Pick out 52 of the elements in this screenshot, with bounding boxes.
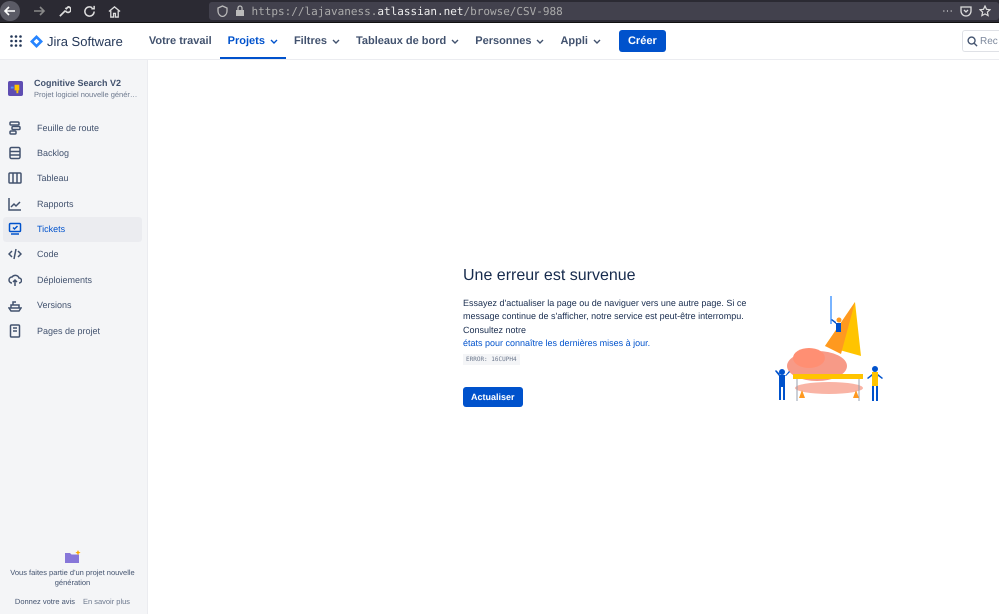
nav-tab[interactable]: Projets xyxy=(220,23,286,59)
status-link[interactable]: états pour connaître les dernières mises à jour. xyxy=(463,336,650,350)
monitor-icon xyxy=(8,222,22,236)
refresh-button[interactable]: Actualiser xyxy=(463,386,523,407)
nav-tab[interactable]: Tableaux de bord xyxy=(348,23,468,59)
chevron-down-icon[interactable] xyxy=(536,37,544,45)
backlog-icon xyxy=(8,146,22,160)
shield-icon xyxy=(216,5,228,17)
chevron-down-icon[interactable] xyxy=(270,37,278,45)
search-box[interactable]: Rec xyxy=(962,30,999,52)
project-avatar-icon xyxy=(8,81,23,96)
error-title: Une erreur est survenue xyxy=(463,267,636,286)
sidebar-item[interactable]: Tableau xyxy=(3,166,142,191)
forward-icon[interactable] xyxy=(32,4,46,18)
create-button[interactable]: Créer xyxy=(618,30,666,52)
product-name[interactable]: Jira Software xyxy=(47,34,123,48)
nav-tab[interactable]: Votre travail xyxy=(140,23,220,59)
error-message: Essayez d'actualiser la page ou de naviguer vers une autre page. Si ce message continue de s'afficher, notre service est peut-être interrompu. Consultez notre xyxy=(463,297,748,336)
wrench-icon[interactable] xyxy=(58,4,71,18)
pocket-icon[interactable] xyxy=(960,5,972,17)
nav-tab[interactable]: Personnes xyxy=(467,23,552,59)
cloud-upload-icon xyxy=(8,272,22,287)
folder-icon xyxy=(64,550,80,563)
reload-icon[interactable] xyxy=(82,4,96,18)
lock-icon xyxy=(234,5,245,17)
sidebar-item[interactable]: Feuille de route xyxy=(3,115,142,140)
sidebar-item[interactable]: Rapports xyxy=(3,191,142,216)
app-grid-icon[interactable] xyxy=(10,35,22,47)
project-name[interactable]: Cognitive Search V2 xyxy=(34,78,138,88)
nav-tab[interactable]: Appli xyxy=(552,23,609,59)
code-icon xyxy=(8,247,22,262)
chevron-down-icon[interactable] xyxy=(592,37,601,45)
chevron-down-icon[interactable] xyxy=(332,37,340,45)
nav-tab[interactable]: Filtres xyxy=(286,23,348,59)
board-icon xyxy=(8,171,22,186)
sidebar-item[interactable]: Code xyxy=(3,242,142,267)
address-bar[interactable]: https://lajavaness.atlassian.net/browse/CSV-988 ··· xyxy=(208,2,999,20)
sidebar-item[interactable]: Backlog xyxy=(3,140,142,166)
chart-icon xyxy=(8,196,22,211)
chevron-down-icon[interactable] xyxy=(451,37,460,45)
jira-logo-icon[interactable] xyxy=(30,34,43,48)
sidebar-item[interactable]: Déploiements xyxy=(3,267,142,292)
star-icon[interactable] xyxy=(979,5,991,17)
sidebar-item[interactable]: Pages de projet xyxy=(3,318,142,344)
sidebar-item[interactable]: Versions xyxy=(3,292,142,318)
search-icon[interactable] xyxy=(967,36,978,46)
page-icon xyxy=(8,324,22,338)
url-text: https://lajavaness.atlassian.net/browse/CSV-988 xyxy=(252,4,563,18)
sidebar-item[interactable]: Tickets xyxy=(3,216,142,242)
roadmap-icon xyxy=(8,120,22,134)
home-icon[interactable] xyxy=(108,4,121,18)
more-button[interactable]: ··· xyxy=(942,5,953,17)
